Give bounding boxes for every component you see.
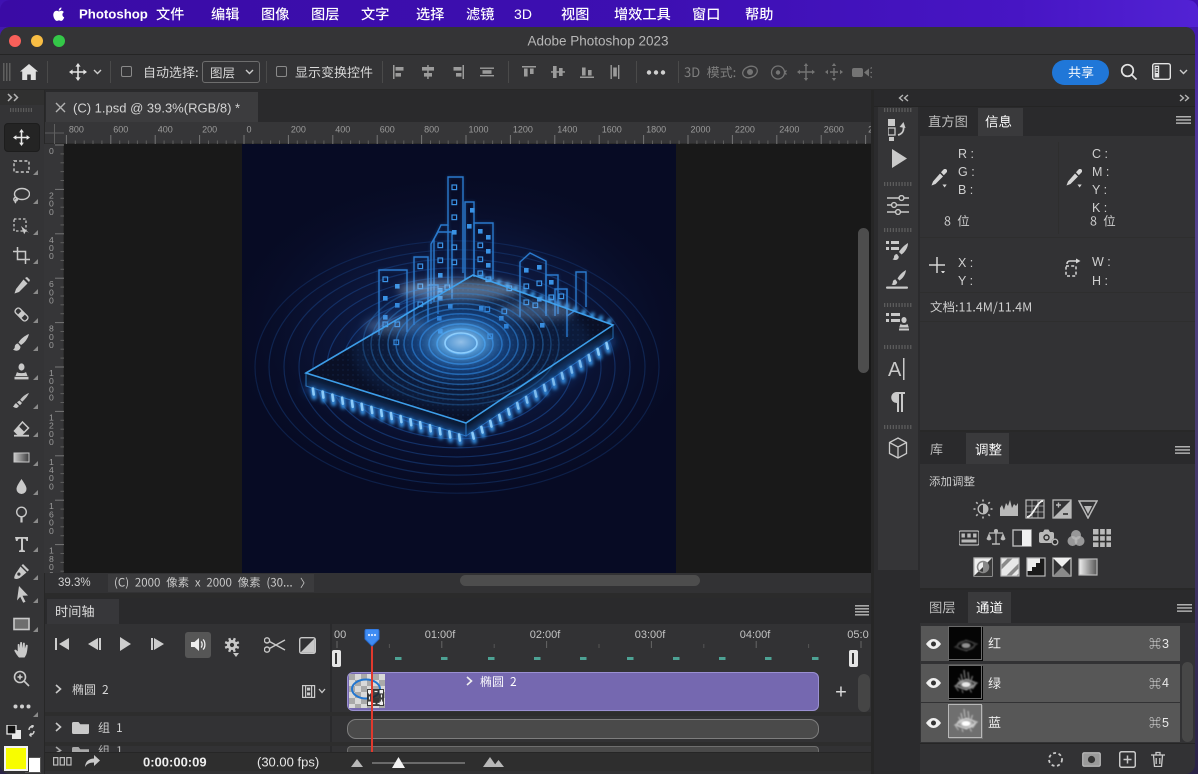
svg-text:0: 0 bbox=[49, 296, 54, 306]
svg-text:0: 0 bbox=[247, 125, 252, 135]
svg-text:400: 400 bbox=[158, 125, 173, 135]
svg-text:200: 200 bbox=[202, 125, 217, 135]
svg-text:2000: 2000 bbox=[691, 125, 711, 135]
svg-text:600: 600 bbox=[113, 125, 128, 135]
svg-text:0: 0 bbox=[49, 481, 54, 491]
svg-text:1200: 1200 bbox=[513, 125, 533, 135]
svg-text:A: A bbox=[888, 359, 902, 380]
svg-text:800: 800 bbox=[69, 125, 84, 135]
svg-text:0: 0 bbox=[49, 526, 54, 536]
svg-text:1400: 1400 bbox=[557, 125, 577, 135]
svg-text:2600: 2600 bbox=[824, 125, 844, 135]
svg-text:0: 0 bbox=[49, 207, 54, 217]
svg-text:2400: 2400 bbox=[779, 125, 799, 135]
svg-text:400: 400 bbox=[335, 125, 350, 135]
svg-text:1600: 1600 bbox=[602, 125, 622, 135]
svg-text:800: 800 bbox=[424, 125, 439, 135]
svg-text:0: 0 bbox=[49, 251, 54, 261]
svg-text:2200: 2200 bbox=[735, 125, 755, 135]
svg-text:0: 0 bbox=[49, 340, 54, 350]
svg-text:1000: 1000 bbox=[469, 125, 489, 135]
svg-text:0: 0 bbox=[49, 437, 54, 447]
svg-text:200: 200 bbox=[291, 125, 306, 135]
svg-text:1800: 1800 bbox=[646, 125, 666, 135]
svg-text:0: 0 bbox=[49, 146, 54, 156]
svg-text:600: 600 bbox=[380, 125, 395, 135]
svg-text:0: 0 bbox=[49, 393, 54, 403]
